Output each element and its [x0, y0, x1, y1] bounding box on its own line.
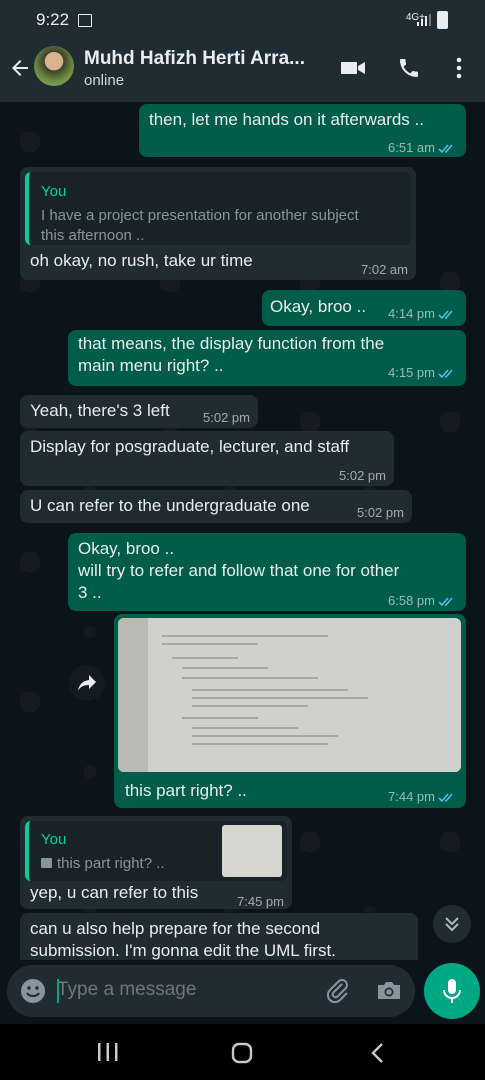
gallery-notification-icon: [78, 14, 92, 27]
quote-text-line2: this afternoon ..: [41, 227, 145, 244]
message-bubble[interactable]: Yeah, there's 3 left 5:02 pm: [20, 395, 258, 428]
message-bubble[interactable]: then, let me hands on it afterwards .. 6…: [139, 104, 466, 157]
quote-author: You: [41, 183, 67, 200]
recent-apps-icon[interactable]: [97, 1042, 119, 1067]
battery-icon: [437, 11, 448, 29]
image-caption: this part right? ..: [125, 781, 247, 800]
message-time: 7:44 pm: [388, 789, 435, 804]
message-text-line2: main menu right? ..: [78, 356, 224, 375]
status-bar: 9:22 4G+: [0, 0, 485, 38]
message-text: Display for posgraduate, lecturer, and s…: [30, 437, 350, 456]
message-composer: [7, 965, 415, 1017]
message-bubble[interactable]: U can refer to the undergraduate one 5:0…: [20, 490, 412, 523]
message-text-line2: submission. I'm gonna edit the UML first…: [30, 941, 336, 960]
message-text-line1: Okay, broo ..: [78, 539, 175, 558]
video-call-icon[interactable]: [340, 56, 366, 80]
scroll-down-icon[interactable]: [433, 905, 471, 943]
message-meta: 7:44 pm: [388, 786, 456, 808]
signal-icon: [417, 14, 431, 26]
more-icon[interactable]: [450, 56, 468, 80]
read-ticks-icon: [438, 144, 453, 154]
emoji-icon[interactable]: [20, 978, 46, 1009]
message-bubble[interactable]: You I have a project presentation for an…: [20, 167, 416, 280]
text-caret: [57, 979, 59, 1003]
message-meta: 4:15 pm: [388, 362, 456, 384]
message-text: then, let me hands on it afterwards ..: [149, 110, 424, 129]
avatar[interactable]: [34, 46, 74, 86]
read-ticks-icon: [438, 369, 453, 379]
message-bubble[interactable]: that means, the display function from th…: [68, 330, 466, 386]
message-meta: 6:51 am: [388, 137, 456, 159]
quote-author: You: [41, 831, 67, 848]
back-arrow-icon[interactable]: [8, 56, 32, 80]
status-time: 9:22: [36, 10, 70, 29]
message-bubble[interactable]: Okay, broo .. will try to refer and foll…: [68, 533, 466, 611]
message-input[interactable]: [57, 979, 297, 1001]
quoted-message[interactable]: You I have a project presentation for an…: [25, 172, 411, 245]
message-meta: 6:58 pm: [388, 590, 456, 612]
message-text-line3: 3 ..: [78, 583, 102, 602]
message-time: 5:02 pm: [339, 468, 386, 483]
read-ticks-icon: [438, 793, 453, 803]
camera-icon[interactable]: [376, 978, 402, 1007]
chat-header: Muhd Hafizh Herti Arra... online: [0, 38, 485, 102]
quote-text-line1: I have a project presentation for anothe…: [41, 207, 359, 224]
message-time: 4:15 pm: [388, 365, 435, 380]
back-nav-icon[interactable]: [370, 1042, 386, 1069]
message-time: 5:02 pm: [203, 410, 250, 425]
chat-area[interactable]: then, let me hands on it afterwards .. 6…: [0, 102, 485, 960]
message-text-line2: will try to refer and follow that one fo…: [78, 561, 400, 580]
quoted-message[interactable]: You this part right? ..: [25, 821, 287, 881]
system-nav-bar: [0, 1024, 485, 1080]
contact-name[interactable]: Muhd Hafizh Herti Arra...: [84, 48, 305, 70]
message-time: 7:45 pm: [237, 894, 284, 909]
message-text-line1: can u also help prepare for the second: [30, 919, 321, 938]
message-time: 5:02 pm: [357, 505, 404, 520]
message-bubble[interactable]: Okay, broo .. 4:14 pm: [262, 290, 466, 326]
message-time: 6:51 am: [388, 140, 435, 155]
phone-icon[interactable]: [397, 56, 421, 80]
message-text: U can refer to the undergraduate one: [30, 496, 310, 515]
message-text: oh okay, no rush, take ur time: [30, 251, 253, 270]
message-text: yep, u can refer to this: [30, 883, 199, 902]
message-bubble[interactable]: Display for posgraduate, lecturer, and s…: [20, 431, 394, 486]
quote-text: this part right? ..: [57, 855, 165, 872]
contact-status: online: [84, 72, 125, 89]
message-time: 4:14 pm: [388, 306, 435, 321]
message-time: 7:02 am: [361, 262, 408, 277]
home-icon[interactable]: [231, 1042, 253, 1069]
image-icon: [41, 858, 52, 868]
message-text-line1: that means, the display function from th…: [78, 334, 385, 353]
message-bubble[interactable]: can u also help prepare for the second s…: [20, 913, 418, 960]
mic-icon[interactable]: [424, 963, 480, 1019]
message-meta: 4:14 pm: [388, 303, 456, 325]
attach-icon[interactable]: [325, 978, 351, 1009]
read-ticks-icon: [438, 597, 453, 607]
message-time: 6:58 pm: [388, 593, 435, 608]
message-bubble[interactable]: You this part right? .. yep, u can refer…: [20, 816, 292, 909]
message-text: Okay, broo ..: [270, 297, 367, 316]
read-ticks-icon: [438, 310, 453, 320]
message-text: Yeah, there's 3 left: [30, 401, 170, 420]
message-image[interactable]: [118, 618, 461, 772]
quote-thumbnail: [222, 825, 282, 877]
forward-icon[interactable]: [69, 665, 105, 701]
